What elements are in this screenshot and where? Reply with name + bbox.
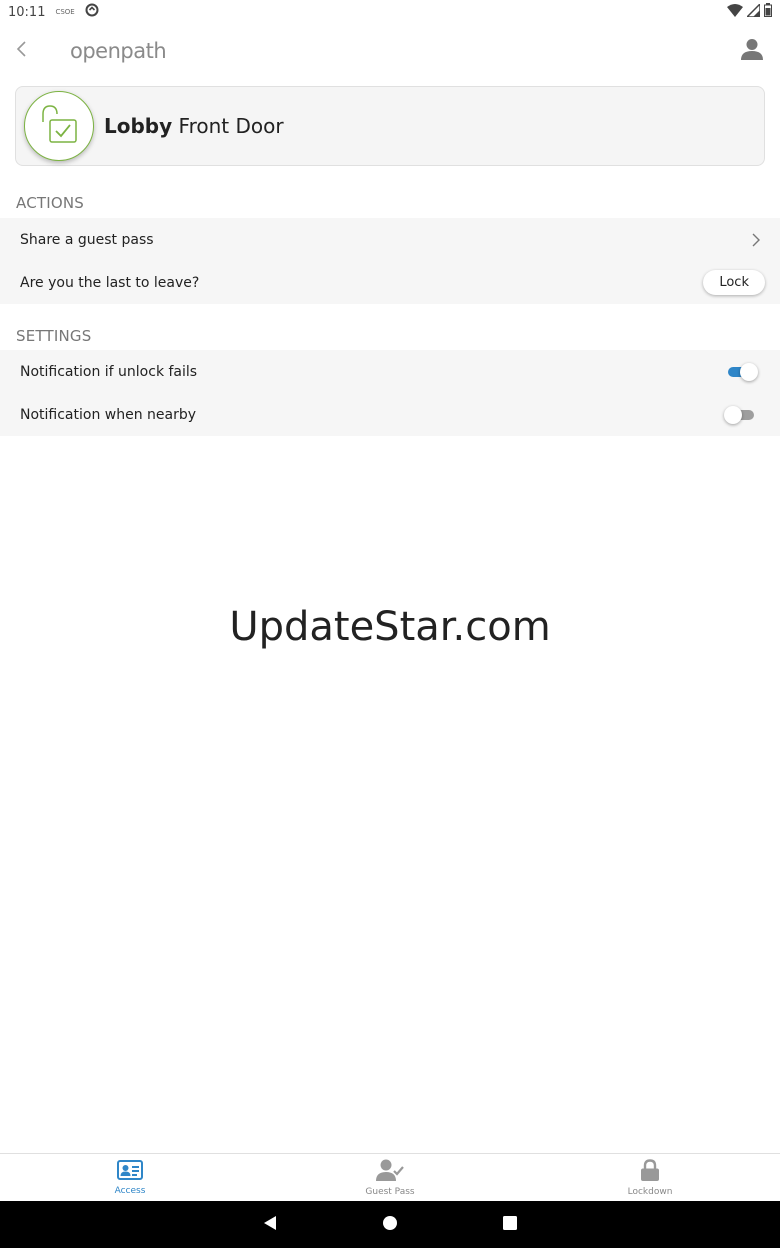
notification-unlock-fails-label: Notification if unlock fails xyxy=(20,363,198,380)
entry-card[interactable]: Lobby Front Door xyxy=(15,86,765,166)
nav-lockdown[interactable]: Lockdown xyxy=(520,1154,780,1201)
system-nav-bar xyxy=(0,1201,780,1248)
signal-icon xyxy=(745,1,761,21)
actions-list: Share a guest pass Are you the last to l… xyxy=(0,218,780,304)
bottom-nav: Access Guest Pass Lockdown xyxy=(0,1153,780,1201)
user-check-icon xyxy=(376,1159,404,1185)
user-icon xyxy=(741,38,763,64)
last-to-leave-label: Are you the last to leave? xyxy=(20,274,200,291)
lock-icon xyxy=(640,1158,660,1185)
back-arrow-icon xyxy=(15,40,29,62)
notification-unlock-fails-row: Notification if unlock fails xyxy=(0,350,780,393)
actions-header: ACTIONS xyxy=(16,194,85,212)
entry-name-primary: Lobby xyxy=(104,114,173,138)
sync-icon xyxy=(85,3,99,21)
entry-name-secondary: Front Door xyxy=(172,114,284,138)
notification-unlock-fails-toggle[interactable] xyxy=(728,362,758,382)
notification-nearby-toggle[interactable] xyxy=(724,405,758,425)
nav-guest-pass-label: Guest Pass xyxy=(365,1186,415,1197)
settings-header: SETTINGS xyxy=(16,327,92,345)
back-button[interactable] xyxy=(0,29,44,73)
status-bar: 10:11 CSOE xyxy=(0,0,780,24)
status-time: 10:11 xyxy=(8,4,46,20)
chevron-right-icon xyxy=(748,232,764,248)
notification-nearby-label: Notification when nearby xyxy=(20,406,197,423)
battery-icon xyxy=(764,3,772,21)
nav-access[interactable]: Access xyxy=(0,1154,260,1201)
wifi-icon xyxy=(727,3,743,21)
app-header: openpath xyxy=(0,28,780,74)
unlock-button[interactable] xyxy=(24,91,94,161)
profile-button[interactable] xyxy=(730,29,774,73)
nav-guest-pass[interactable]: Guest Pass xyxy=(260,1154,520,1201)
notification-nearby-row: Notification when nearby xyxy=(0,393,780,436)
share-guest-pass-row[interactable]: Share a guest pass xyxy=(0,218,780,261)
share-guest-pass-label: Share a guest pass xyxy=(20,231,154,248)
watermark-text: UpdateStar.com xyxy=(229,604,551,650)
status-notification-text: CSOE xyxy=(55,8,75,16)
system-recents-icon[interactable] xyxy=(502,1215,518,1235)
nav-access-label: Access xyxy=(114,1185,146,1196)
brand-logo: openpath xyxy=(70,39,167,63)
system-back-icon[interactable] xyxy=(262,1215,278,1235)
last-to-leave-row: Are you the last to leave? Lock xyxy=(0,261,780,304)
nav-lockdown-label: Lockdown xyxy=(627,1186,673,1197)
id-card-icon xyxy=(117,1159,143,1184)
lock-button[interactable]: Lock xyxy=(703,270,765,295)
unlocked-padlock-icon xyxy=(37,102,81,150)
settings-list: Notification if unlock fails Notificatio… xyxy=(0,350,780,436)
entry-name: Lobby Front Door xyxy=(104,114,284,138)
system-home-icon[interactable] xyxy=(382,1215,398,1235)
